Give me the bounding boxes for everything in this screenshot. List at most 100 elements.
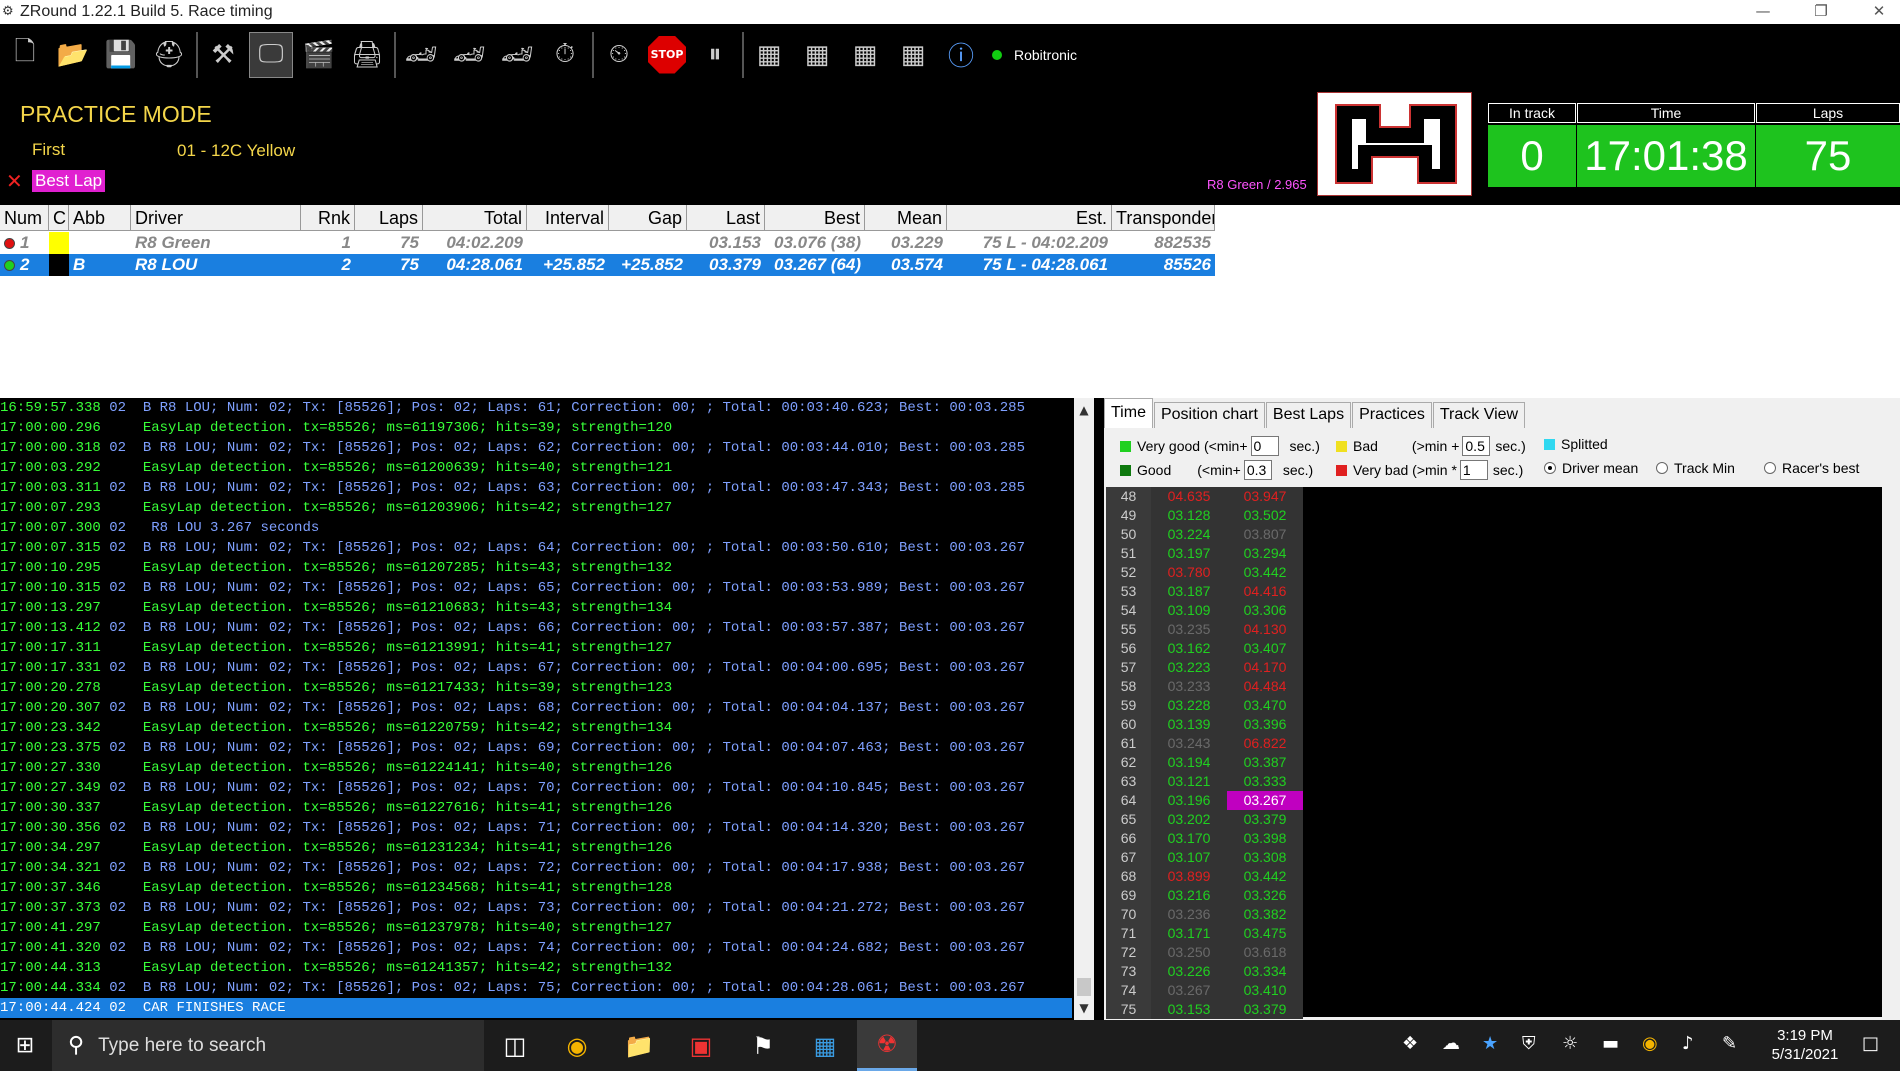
car-timer-button[interactable]: ⏱ [544, 33, 586, 77]
lap-row[interactable]: 75 03.153 03.379 [1106, 1000, 1303, 1019]
lap-row[interactable]: 52 03.780 03.442 [1106, 563, 1303, 582]
acrobat-icon[interactable]: ▣ [671, 1020, 731, 1071]
zround-app-icon[interactable]: ☢ [857, 1020, 917, 1071]
lap-row[interactable]: 56 03.162 03.407 [1106, 639, 1303, 658]
lap-row[interactable]: 54 03.109 03.306 [1106, 601, 1303, 620]
grid-window-button[interactable]: ▦ [844, 33, 886, 77]
stop-button[interactable]: STOP [646, 33, 688, 77]
minimize-icon[interactable]: — [1740, 0, 1786, 24]
lap-row[interactable]: 53 03.187 04.416 [1106, 582, 1303, 601]
tab-position-chart[interactable]: Position chart [1153, 402, 1265, 428]
tab-track-view[interactable]: Track View [1432, 402, 1526, 428]
save-button[interactable]: 💾 [100, 33, 142, 77]
open-folder-button[interactable]: 📂 [52, 33, 94, 77]
very-good-input[interactable]: 0 [1250, 436, 1279, 456]
windows-start-icon[interactable]: ⊞ [0, 1020, 50, 1071]
grid-col-11[interactable]: Mean [865, 205, 947, 231]
taskbar-search[interactable]: ⚲ Type here to search [52, 1020, 484, 1071]
close-best-lap-icon[interactable]: ✕ [6, 169, 23, 193]
cascade-window-button[interactable]: ▦ [892, 33, 934, 77]
lap-row[interactable]: 58 03.233 04.484 [1106, 677, 1303, 696]
onedrive-icon[interactable]: ☁ [1442, 1033, 1460, 1054]
battery-icon[interactable]: ▬ [1602, 1033, 1619, 1054]
lap-row[interactable]: 68 03.899 03.442 [1106, 867, 1303, 886]
helmet-button[interactable]: ⛑ [148, 33, 190, 77]
car-chip-button[interactable]: 🏎 [400, 33, 442, 77]
scroll-down-icon[interactable]: ▼ [1074, 998, 1094, 1018]
lap-row[interactable]: 48 04.635 03.947 [1106, 487, 1303, 506]
lap-row[interactable]: 67 03.107 03.308 [1106, 848, 1303, 867]
maximize-icon[interactable]: ❐ [1798, 0, 1844, 24]
very-bad-input[interactable]: 1 [1459, 460, 1488, 480]
info-button[interactable]: ⓘ [940, 33, 982, 77]
grid-col-13[interactable]: Transponder [1112, 205, 1215, 231]
track-min-radio[interactable]: Track Min [1656, 460, 1735, 476]
lap-row[interactable]: 51 03.197 03.294 [1106, 544, 1303, 563]
car-settings-button[interactable]: 🏎 [496, 33, 538, 77]
lap-row[interactable]: 55 03.235 04.130 [1106, 620, 1303, 639]
lap-row[interactable]: 65 03.202 03.379 [1106, 810, 1303, 829]
table-row[interactable]: 1 R8 Green 1 75 04:02.209 03.153 03.076 (38) 03… [0, 232, 1215, 254]
scroll-thumb[interactable] [1077, 978, 1091, 996]
grid-col-8[interactable]: Gap [609, 205, 687, 231]
good-input[interactable]: 0.3 [1243, 460, 1272, 480]
grid-col-9[interactable]: Last [687, 205, 765, 231]
file-explorer-icon[interactable]: 📁 [609, 1020, 669, 1071]
grid-col-4[interactable]: Rnk [301, 205, 355, 231]
close-icon[interactable]: ✕ [1856, 0, 1900, 24]
lap-row[interactable]: 57 03.223 04.170 [1106, 658, 1303, 677]
volume-icon[interactable]: ♪ [1682, 1033, 1694, 1054]
grid-col-12[interactable]: Est. [947, 205, 1112, 231]
lap-row[interactable]: 49 03.128 03.502 [1106, 506, 1303, 525]
car-stack-button[interactable]: 🏎 [448, 33, 490, 77]
dropbox-icon[interactable]: ❖ [1402, 1033, 1418, 1054]
grid-col-0[interactable]: Num [0, 205, 49, 231]
lap-row[interactable]: 62 03.194 03.387 [1106, 753, 1303, 772]
lap-table-scrollbar[interactable] [1884, 487, 1900, 1017]
grid-col-6[interactable]: Total [423, 205, 527, 231]
table-row[interactable]: 2 B R8 LOU 2 75 04:28.061 +25.852 +25.852 03.379… [0, 254, 1215, 276]
clapper-button[interactable]: 🎬 [298, 33, 340, 77]
event-log[interactable]: 16:59:57.338 02 B R8 LOU; Num: 02; Tx: [… [0, 398, 1072, 1020]
pen-icon[interactable]: ✎ [1722, 1033, 1737, 1054]
grid-col-3[interactable]: Driver [131, 205, 301, 231]
lap-row[interactable]: 69 03.216 03.326 [1106, 886, 1303, 905]
lap-row[interactable]: 66 03.170 03.398 [1106, 829, 1303, 848]
tab-time[interactable]: Time [1104, 398, 1153, 428]
lap-row[interactable]: 73 03.226 03.334 [1106, 962, 1303, 981]
log-scrollbar[interactable]: ▲ ▼ [1074, 398, 1094, 1020]
bad-input[interactable]: 0.5 [1462, 436, 1491, 456]
lap-times-table[interactable]: 48 04.635 03.947 49 03.128 03.502 50 03.224 03.8… [1106, 487, 1882, 1019]
race-flag-icon[interactable]: ⚑ [733, 1020, 793, 1071]
pause-button[interactable]: ⏸ [694, 33, 736, 77]
stopwatch-button[interactable]: ⏲ [598, 33, 640, 77]
results-grid[interactable]: Num C Abb Driver Rnk Laps Total Interval Gap Last… [0, 205, 1900, 395]
grid-col-2[interactable]: Abb [69, 205, 131, 231]
scroll-up-icon[interactable]: ▲ [1074, 400, 1094, 420]
photos-icon[interactable]: ▦ [795, 1020, 855, 1071]
defender-icon[interactable]: ⛨ [1522, 1033, 1536, 1054]
clock[interactable]: 3:19 PM 5/31/2021 [1760, 1026, 1850, 1064]
lap-row[interactable]: 70 03.236 03.382 [1106, 905, 1303, 924]
lap-row[interactable]: 74 03.267 03.410 [1106, 981, 1303, 1000]
lap-row[interactable]: 61 03.243 06.822 [1106, 734, 1303, 753]
tab-best-laps[interactable]: Best Laps [1265, 402, 1352, 428]
bar-window-button[interactable]: ▦ [796, 33, 838, 77]
lap-row[interactable]: 71 03.171 03.475 [1106, 924, 1303, 943]
tab-practices[interactable]: Practices [1352, 402, 1432, 428]
lap-row[interactable]: 60 03.139 03.396 [1106, 715, 1303, 734]
lap-row[interactable]: 64 03.196 03.267 [1106, 791, 1303, 810]
bluetooth-icon[interactable]: ★ [1482, 1033, 1498, 1054]
lap-row[interactable]: 59 03.228 03.470 [1106, 696, 1303, 715]
task-view-icon[interactable]: ◫ [485, 1020, 545, 1071]
driver-mean-radio[interactable]: Driver mean [1544, 460, 1638, 476]
grid-col-1[interactable]: C [49, 205, 69, 231]
wifi-icon[interactable]: ☼ [1562, 1033, 1578, 1054]
new-button[interactable]: 🗋 [4, 33, 46, 77]
racers-best-radio[interactable]: Racer's best [1764, 460, 1859, 476]
hammer-button[interactable]: ⚒ [202, 33, 244, 77]
monitor-button[interactable]: 🖵 [249, 31, 293, 78]
notifications-icon[interactable]: □ [1862, 1033, 1879, 1054]
chrome-icon[interactable]: ◉ [547, 1020, 607, 1071]
lap-row[interactable]: 50 03.224 03.807 [1106, 525, 1303, 544]
